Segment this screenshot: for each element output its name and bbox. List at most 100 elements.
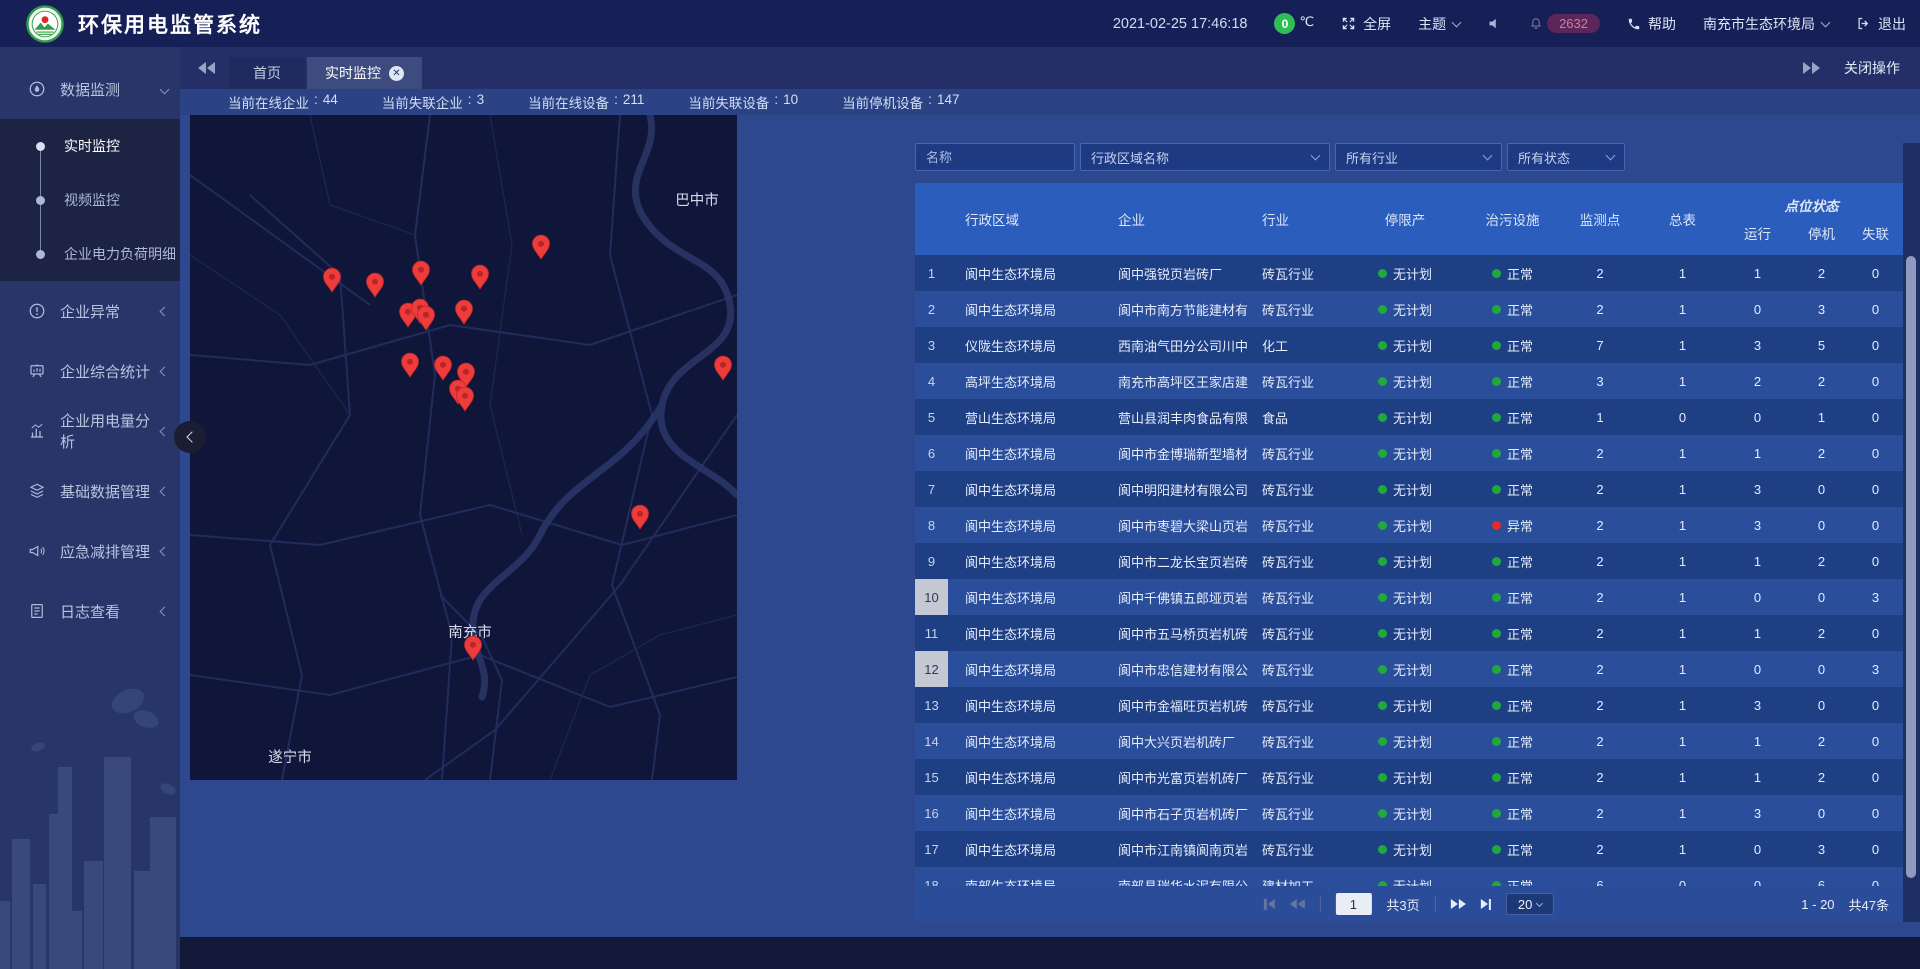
city-label: 巴中市	[675, 192, 719, 209]
map-marker[interactable]	[715, 356, 732, 380]
map-marker[interactable]	[533, 235, 550, 259]
table-row[interactable]: 7阆中生态环境局阆中明阳建材有限公司砖瓦行业无计划正常21300	[915, 471, 1903, 507]
map-marker[interactable]	[324, 268, 341, 292]
tab-close-icon[interactable]: ✕	[389, 66, 404, 81]
table-row[interactable]: 11阆中生态环境局阆中市五马桥页岩机砖砖瓦行业无计划正常21120	[915, 615, 1903, 651]
cell-lost: 0	[1848, 255, 1903, 291]
sidebar-subitem-2[interactable]: 企业电力负荷明细	[0, 227, 180, 281]
sidebar-item-6[interactable]: 日志查看	[0, 581, 180, 641]
map-collapse-handle[interactable]	[174, 421, 206, 453]
cell-lost: 0	[1848, 507, 1903, 543]
map-marker[interactable]	[456, 300, 473, 324]
table-row[interactable]: 8阆中生态环境局阆中市枣碧大梁山页岩砖瓦行业无计划异常21300	[915, 507, 1903, 543]
name-input[interactable]	[926, 150, 1064, 165]
tab-0[interactable]: 首页	[229, 57, 305, 89]
cell-stop: 3	[1795, 291, 1848, 327]
map-marker[interactable]	[402, 353, 419, 377]
close-operations-button[interactable]: 关闭操作	[1844, 58, 1900, 78]
table-row[interactable]: 17阆中生态环境局阆中市江南镇阆南页岩砖瓦行业无计划正常21030	[915, 831, 1903, 867]
status-dot-icon	[1492, 485, 1501, 494]
table-row[interactable]: 3仪陇生态环境局西南油气田分公司川中化工无计划正常71350	[915, 327, 1903, 363]
table-row[interactable]: 10阆中生态环境局阆中千佛镇五郎垭页岩砖瓦行业无计划正常21003	[915, 579, 1903, 615]
sidebar-item-5[interactable]: 应急减排管理	[0, 521, 180, 581]
last-page-button[interactable]	[1481, 899, 1492, 910]
cell-monitor: 2	[1555, 687, 1645, 723]
map-marker[interactable]	[418, 306, 435, 330]
cell-industry: 砖瓦行业	[1255, 435, 1340, 471]
cell-region: 阆中生态环境局	[948, 543, 1110, 579]
org-dropdown[interactable]: 南充市生态环境局	[1703, 14, 1829, 34]
sidebar-item-0[interactable]: 数据监测	[0, 59, 180, 119]
sidebar-item-2[interactable]: 企业综合统计	[0, 341, 180, 401]
status-dot-icon	[1378, 269, 1387, 278]
first-page-button[interactable]	[1264, 899, 1275, 910]
prev-page-icon	[1289, 899, 1296, 909]
cell-meter: 1	[1645, 579, 1720, 615]
table-scrollbar-thumb[interactable]	[1906, 256, 1916, 878]
table-row[interactable]: 6阆中生态环境局阆中市金博瑞新型墙材砖瓦行业无计划正常21120	[915, 435, 1903, 471]
cell-company: 营山县润丰肉食品有限	[1110, 399, 1255, 435]
table-row[interactable]: 15阆中生态环境局阆中市光富页岩机砖厂砖瓦行业无计划正常21120	[915, 759, 1903, 795]
table-row[interactable]: 4高坪生态环境局南充市高坪区王家店建砖瓦行业无计划正常31220	[915, 363, 1903, 399]
region-select[interactable]: 行政区域名称	[1080, 143, 1330, 171]
sidebar-item-3[interactable]: 企业用电量分析	[0, 401, 180, 461]
table-row[interactable]: 5营山生态环境局营山县润丰肉食品有限食品无计划正常10010	[915, 399, 1903, 435]
map-marker[interactable]	[367, 273, 384, 297]
cell-company: 阆中市枣碧大梁山页岩	[1110, 507, 1255, 543]
map-marker[interactable]	[472, 265, 489, 289]
mute-speaker-button[interactable]	[1487, 16, 1502, 31]
status-select[interactable]: 所有状态	[1507, 143, 1625, 171]
notifications-button[interactable]: 2632	[1529, 14, 1600, 33]
cell-pollution: 正常	[1470, 399, 1555, 435]
column-stop: 停机	[1795, 223, 1848, 243]
cell-restriction: 无计划	[1340, 543, 1470, 579]
status-dot-icon	[1492, 557, 1501, 566]
table-row[interactable]: 14阆中生态环境局阆中大兴页岩机砖厂砖瓦行业无计划正常21120	[915, 723, 1903, 759]
prev-page-button[interactable]	[1289, 899, 1304, 909]
tab-1[interactable]: 实时监控✕	[307, 57, 422, 89]
logout-button[interactable]: 退出	[1856, 14, 1906, 34]
sidebar-subitem-0[interactable]: 实时监控	[0, 119, 180, 173]
map-marker[interactable]	[413, 261, 430, 285]
page-size-select[interactable]: 20	[1506, 893, 1554, 915]
cell-monitor: 2	[1555, 507, 1645, 543]
current-page-input[interactable]: 1	[1335, 893, 1371, 915]
status-dot-icon	[1378, 773, 1387, 782]
table-row[interactable]: 12阆中生态环境局阆中市忠信建材有限公砖瓦行业无计划正常21003	[915, 651, 1903, 687]
table-row[interactable]: 18南部生态环境局南部县瑞华水泥有限公建材加工无计划正常60060	[915, 867, 1903, 886]
cell-company: 阆中市二龙长宝页岩砖	[1110, 543, 1255, 579]
map-marker[interactable]	[632, 505, 649, 529]
cell-region: 阆中生态环境局	[948, 795, 1110, 831]
table-row[interactable]: 2阆中生态环境局阆中市南方节能建材有砖瓦行业无计划正常21030	[915, 291, 1903, 327]
temperature-indicator: 0 ℃	[1274, 13, 1314, 34]
cell-run: 1	[1720, 759, 1795, 795]
sidebar-item-1[interactable]: 企业异常	[0, 281, 180, 341]
theme-dropdown[interactable]: 主题	[1418, 14, 1460, 34]
app-window: 环保用电监管系统 2021-02-25 17:46:18 0 ℃ 全屏 主题	[0, 0, 1920, 969]
table-row[interactable]: 9阆中生态环境局阆中市二龙长宝页岩砖砖瓦行业无计划正常21120	[915, 543, 1903, 579]
cell-lost: 0	[1848, 543, 1903, 579]
map-marker[interactable]	[457, 387, 474, 411]
app-title: 环保用电监管系统	[78, 9, 262, 39]
column-meter: 总表	[1645, 183, 1720, 255]
table-row[interactable]: 1阆中生态环境局阆中强锐页岩砖厂砖瓦行业无计划正常21120	[915, 255, 1903, 291]
cell-industry: 砖瓦行业	[1255, 651, 1340, 687]
help-button[interactable]: 帮助	[1627, 14, 1676, 34]
table-row[interactable]: 13阆中生态环境局阆中市金福旺页岩机砖砖瓦行业无计划正常21300	[915, 687, 1903, 723]
cell-pollution: 正常	[1470, 327, 1555, 363]
column-region: 行政区域	[948, 183, 1110, 255]
map-marker[interactable]	[435, 356, 452, 380]
next-page-button[interactable]	[1451, 899, 1466, 909]
map-panel[interactable]: 巴中市南充市遂宁市	[190, 115, 737, 780]
tabs-scroll-left-button[interactable]	[198, 62, 215, 74]
tabs-scroll-right-button[interactable]	[1803, 62, 1820, 74]
cell-lost: 0	[1848, 615, 1903, 651]
table-row[interactable]: 16阆中生态环境局阆中市石子页岩机砖厂砖瓦行业无计划正常21300	[915, 795, 1903, 831]
fullscreen-button[interactable]: 全屏	[1341, 14, 1391, 34]
status-dot-icon	[1378, 413, 1387, 422]
sidebar-item-4[interactable]: 基础数据管理	[0, 461, 180, 521]
chevron-down-icon	[1606, 151, 1616, 161]
industry-select[interactable]: 所有行业	[1335, 143, 1502, 171]
sidebar-subitem-1[interactable]: 视频监控	[0, 173, 180, 227]
name-search-input[interactable]	[915, 143, 1075, 171]
